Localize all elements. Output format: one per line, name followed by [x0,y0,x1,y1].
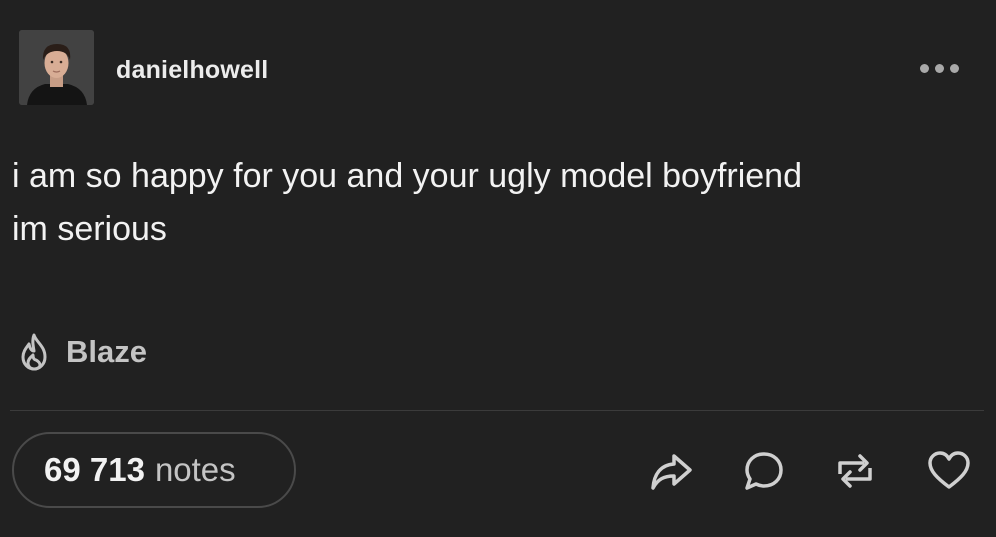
tumblr-post: danielhowell i am so happy for you and y… [0,0,996,537]
flame-icon [14,332,54,372]
more-options-icon[interactable] [920,58,970,78]
post-body-line: im serious [12,210,167,248]
post-body-line: i am so happy for you and your ugly mode… [12,157,803,195]
avatar[interactable] [19,30,94,105]
post-body: i am so happy for you and your ugly mode… [12,150,972,256]
reply-icon[interactable] [741,448,787,494]
post-header: danielhowell [0,0,996,110]
reblog-icon[interactable] [832,448,878,494]
blaze-label: Blaze [66,334,147,369]
post-actions [0,448,996,494]
blaze-button[interactable]: Blaze [14,330,147,374]
like-icon[interactable] [926,448,972,494]
author-username[interactable]: danielhowell [116,56,268,85]
divider [10,410,984,411]
avatar-photo [19,30,94,105]
share-icon[interactable] [648,448,694,494]
